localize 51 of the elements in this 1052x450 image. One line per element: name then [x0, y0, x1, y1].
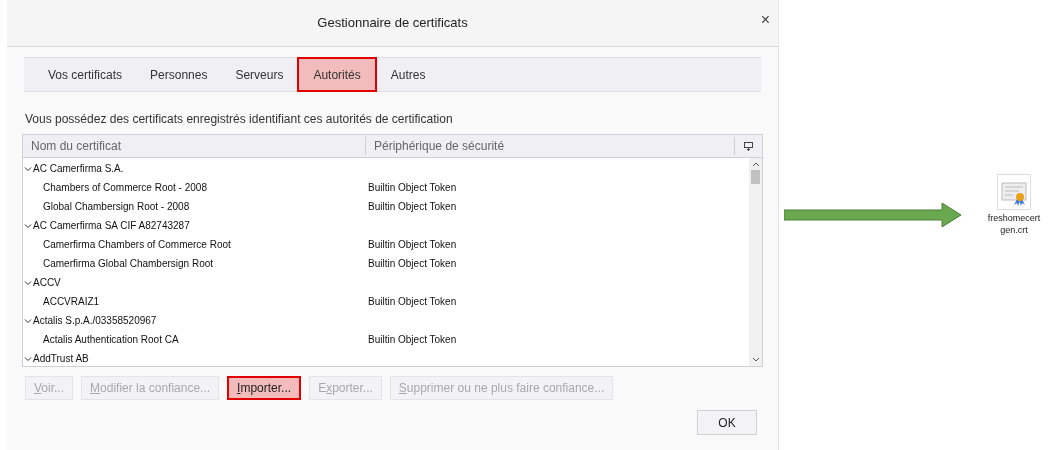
chevron-down-icon[interactable] — [24, 354, 32, 363]
table-cell-text: Builtin Object Token — [368, 181, 457, 195]
table-cell-text: AC Camerfirma S.A. — [33, 162, 124, 176]
tree-row[interactable]: ACCVRAIZ1 Builtin Object Token — [23, 292, 749, 311]
chevron-down-icon[interactable] — [24, 278, 32, 287]
table-cell-text: ACCVRAIZ1 — [42, 295, 101, 309]
close-button[interactable]: × — [760, 12, 770, 28]
scrollbar[interactable] — [749, 158, 762, 366]
tree-row[interactable]: Chambers of Commerce Root - 2008 Builtin Object Token — [23, 178, 749, 197]
tab[interactable]: Serveurs — [221, 57, 298, 92]
tab[interactable]: Autres — [376, 57, 440, 92]
column-header[interactable]: Nom du certificat — [23, 137, 366, 155]
table-cell-text: Builtin Object Token — [368, 333, 457, 347]
table-cell-text: Global Chambersign Root - 2008 — [42, 200, 191, 214]
tree-row[interactable]: Actalis Authentication Root CA Builtin Object Token — [23, 330, 749, 349]
window-title: Gestionnaire de certificats — [317, 14, 468, 33]
table-cell-text: ACCV — [33, 276, 61, 290]
table-cell-text: Builtin Object Token — [368, 295, 457, 309]
chevron-down-icon[interactable] — [24, 221, 32, 230]
certificate-file-icon[interactable] — [997, 174, 1031, 210]
table-cell-text: Builtin Object Token — [368, 238, 457, 252]
tree-row[interactable]: AC Camerfirma S.A. — [23, 159, 749, 178]
table-cell-text: Chambers of Commerce Root - 2008 — [42, 181, 208, 195]
table-cell-text: Camerfirma Chambers of Commerce Root — [42, 238, 232, 252]
table-cell-text: Actalis S.p.A./03358520967 — [33, 314, 157, 328]
table-cell-text: Camerfirma Global Chambersign Root — [42, 257, 215, 271]
tree-row[interactable]: Camerfirma Chambers of Commerce Root Builtin Object Token — [23, 235, 749, 254]
table-cell-text: Builtin Object Token — [368, 200, 457, 214]
column-picker-icon[interactable] — [744, 141, 753, 151]
file-name[interactable]: freshomecert gen.crt — [983, 212, 1045, 236]
table-cell-text: Builtin Object Token — [368, 257, 457, 271]
tree-row[interactable]: AC Camerfirma SA CIF A82743287 — [23, 216, 749, 235]
table-cell-text: AC Camerfirma SA CIF A82743287 — [33, 219, 190, 233]
right-arrow-icon — [784, 203, 962, 227]
scroll-thumb[interactable] — [751, 170, 760, 184]
tree-row[interactable]: Actalis S.p.A./03358520967 — [23, 311, 749, 330]
tree-row[interactable]: Global Chambersign Root - 2008 Builtin Object Token — [23, 197, 749, 216]
tab[interactable]: Personnes — [136, 57, 222, 92]
table-cell-text: AddTrust AB — [33, 352, 89, 366]
tree-row[interactable]: AddTrust AB — [23, 349, 749, 366]
chevron-down-icon[interactable] — [24, 316, 32, 325]
action-button[interactable]: Importer... — [227, 376, 302, 400]
description: Vous possédez des certificats enregistrés identifiant ces autorités de certification — [25, 111, 454, 128]
tab[interactable]: Vos certificats — [34, 57, 137, 92]
tab[interactable]: Autorités — [297, 57, 377, 92]
column-header[interactable]: Périphérique de sécurité — [366, 137, 735, 155]
ok-button[interactable]: OK — [697, 410, 757, 435]
tree-row[interactable]: Camerfirma Global Chambersign Root Builtin Object Token — [23, 254, 749, 273]
table-cell-text: Actalis Authentication Root CA — [42, 333, 180, 347]
chevron-down-icon[interactable] — [24, 164, 32, 173]
tree-row[interactable]: ACCV — [23, 273, 749, 292]
